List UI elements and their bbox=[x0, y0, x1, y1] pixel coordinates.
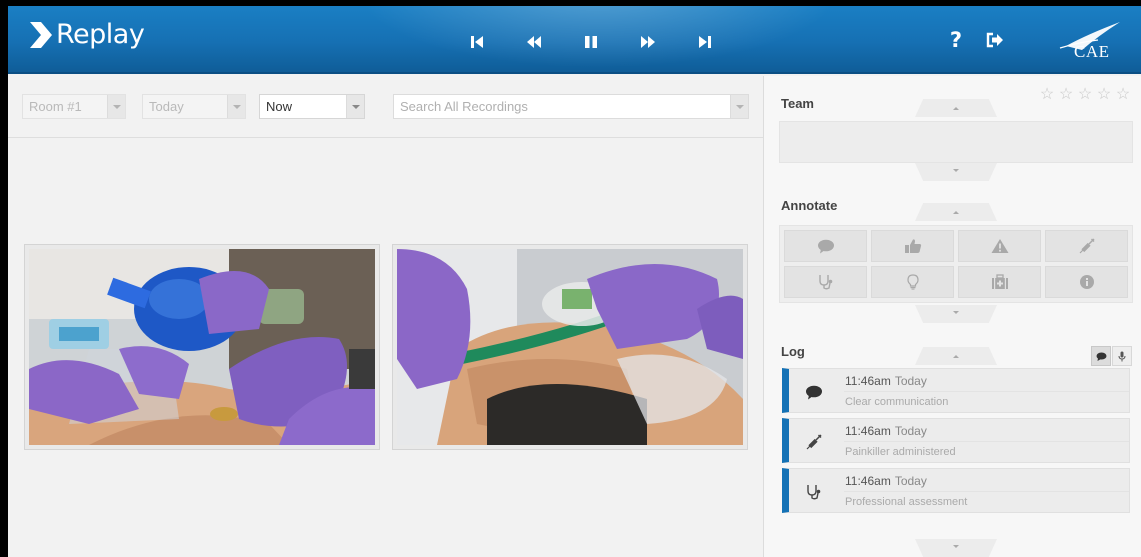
rating-star-3[interactable]: ☆ bbox=[1076, 86, 1094, 104]
log-collapse-up-button[interactable] bbox=[915, 347, 997, 365]
pause-button[interactable] bbox=[562, 28, 619, 56]
annotate-stethoscope-button[interactable] bbox=[784, 266, 867, 298]
comment-icon bbox=[1096, 352, 1106, 361]
rewind-button[interactable] bbox=[505, 28, 562, 56]
annotate-thumbs-up-button[interactable] bbox=[871, 230, 954, 262]
log-day: Today bbox=[894, 474, 927, 488]
warning-icon bbox=[991, 239, 1008, 253]
log-day: Today bbox=[894, 424, 927, 438]
team-expand-down-button[interactable] bbox=[915, 163, 997, 181]
annotate-lightbulb-button[interactable] bbox=[871, 266, 954, 298]
logout-button[interactable] bbox=[982, 26, 1008, 54]
annotation-buttons bbox=[779, 225, 1133, 303]
annotate-expand-down-button[interactable] bbox=[915, 305, 997, 323]
search-placeholder: Search All Recordings bbox=[400, 99, 528, 114]
playback-controls bbox=[448, 28, 733, 56]
replay-app: Replay ? CAE Room #1 Today Now Search Al… bbox=[8, 6, 1141, 557]
logout-icon bbox=[986, 32, 1003, 48]
pause-icon bbox=[584, 36, 597, 48]
log-entry[interactable]: 11:46am Today Professional assessment bbox=[782, 468, 1130, 513]
info-icon bbox=[1079, 275, 1094, 289]
chevron-down-icon bbox=[227, 95, 245, 118]
top-bar: Replay ? CAE bbox=[8, 6, 1141, 74]
syringe-icon bbox=[1079, 238, 1095, 254]
log-microphone-filter-button[interactable] bbox=[1112, 346, 1132, 366]
annotate-collapse-up-button[interactable] bbox=[915, 203, 997, 221]
annotate-comment-button[interactable] bbox=[784, 230, 867, 262]
thumbs-up-icon bbox=[904, 239, 921, 253]
log-description: Painkiller administered bbox=[845, 446, 956, 458]
stethoscope-icon bbox=[818, 275, 832, 290]
room-select[interactable]: Room #1 bbox=[22, 94, 126, 119]
skip-to-start-icon bbox=[470, 36, 483, 48]
chevron-down-icon bbox=[107, 95, 125, 118]
video-feed-2[interactable] bbox=[392, 244, 748, 450]
annotate-syringe-button[interactable] bbox=[1045, 230, 1128, 262]
log-entries: 11:46am Today Clear communication 11:46am… bbox=[782, 368, 1130, 518]
search-recordings-input[interactable]: Search All Recordings bbox=[393, 94, 749, 119]
log-day: Today bbox=[894, 374, 927, 388]
chevron-down-icon bbox=[346, 95, 364, 118]
day-select-value: Today bbox=[149, 99, 184, 114]
video-feed-1[interactable] bbox=[24, 244, 380, 450]
log-description: Clear communication bbox=[845, 396, 949, 408]
camera-feed-image bbox=[397, 249, 743, 445]
rating-star-1[interactable]: ☆ bbox=[1038, 86, 1056, 104]
time-select-value: Now bbox=[266, 99, 293, 114]
log-entry[interactable]: 11:46am Today Painkiller administered bbox=[782, 418, 1130, 463]
annotate-medkit-button[interactable] bbox=[958, 266, 1041, 298]
skip-to-end-icon bbox=[698, 36, 711, 48]
comment-icon bbox=[817, 239, 834, 253]
team-collapse-up-button[interactable] bbox=[915, 99, 997, 117]
annotate-warning-button[interactable] bbox=[958, 230, 1041, 262]
recordings-pane: Room #1 Today Now Search All Recordings bbox=[8, 76, 763, 557]
log-time: 11:46am bbox=[845, 474, 891, 488]
replay-logo: Replay bbox=[28, 19, 145, 50]
rating-star-5[interactable]: ☆ bbox=[1114, 86, 1132, 104]
log-time: 11:46am bbox=[845, 374, 891, 388]
microphone-icon bbox=[1118, 351, 1126, 361]
rating-star-2[interactable]: ☆ bbox=[1057, 86, 1075, 104]
rewind-icon bbox=[526, 36, 541, 48]
room-select-value: Room #1 bbox=[29, 99, 82, 114]
lightbulb-icon bbox=[906, 274, 919, 290]
log-heading: Log bbox=[781, 344, 805, 359]
medkit-icon bbox=[991, 274, 1008, 289]
filter-bar: Room #1 Today Now Search All Recordings bbox=[8, 76, 763, 138]
day-select[interactable]: Today bbox=[142, 94, 246, 119]
session-sidebar: Team ☆ ☆ ☆ ☆ ☆ Annotate Log 11:46am Toda… bbox=[763, 76, 1141, 557]
team-heading: Team bbox=[781, 96, 814, 111]
app-title: Replay bbox=[56, 19, 145, 50]
log-expand-down-button[interactable] bbox=[915, 539, 997, 557]
fast-forward-button[interactable] bbox=[619, 28, 676, 56]
camera-feed-image bbox=[29, 249, 375, 445]
log-description: Professional assessment bbox=[845, 496, 968, 508]
time-select[interactable]: Now bbox=[259, 94, 365, 119]
rating-star-4[interactable]: ☆ bbox=[1095, 86, 1113, 104]
log-time: 11:46am bbox=[845, 424, 891, 438]
stethoscope-icon bbox=[807, 485, 821, 500]
team-members-area bbox=[779, 121, 1133, 163]
annotate-heading: Annotate bbox=[781, 198, 838, 213]
help-button[interactable]: ? bbox=[944, 26, 968, 54]
comment-icon bbox=[806, 385, 822, 399]
chevron-logo-icon bbox=[30, 21, 52, 48]
annotate-info-button[interactable] bbox=[1045, 266, 1128, 298]
skip-to-end-button[interactable] bbox=[676, 28, 733, 56]
session-rating: ☆ ☆ ☆ ☆ ☆ bbox=[1038, 86, 1132, 104]
fast-forward-icon bbox=[640, 36, 655, 48]
cae-brand-text: CAE bbox=[1074, 42, 1110, 61]
syringe-icon bbox=[806, 434, 822, 450]
skip-to-start-button[interactable] bbox=[448, 28, 505, 56]
chevron-down-icon bbox=[730, 95, 748, 118]
log-comments-filter-button[interactable] bbox=[1091, 346, 1111, 366]
log-entry[interactable]: 11:46am Today Clear communication bbox=[782, 368, 1130, 413]
